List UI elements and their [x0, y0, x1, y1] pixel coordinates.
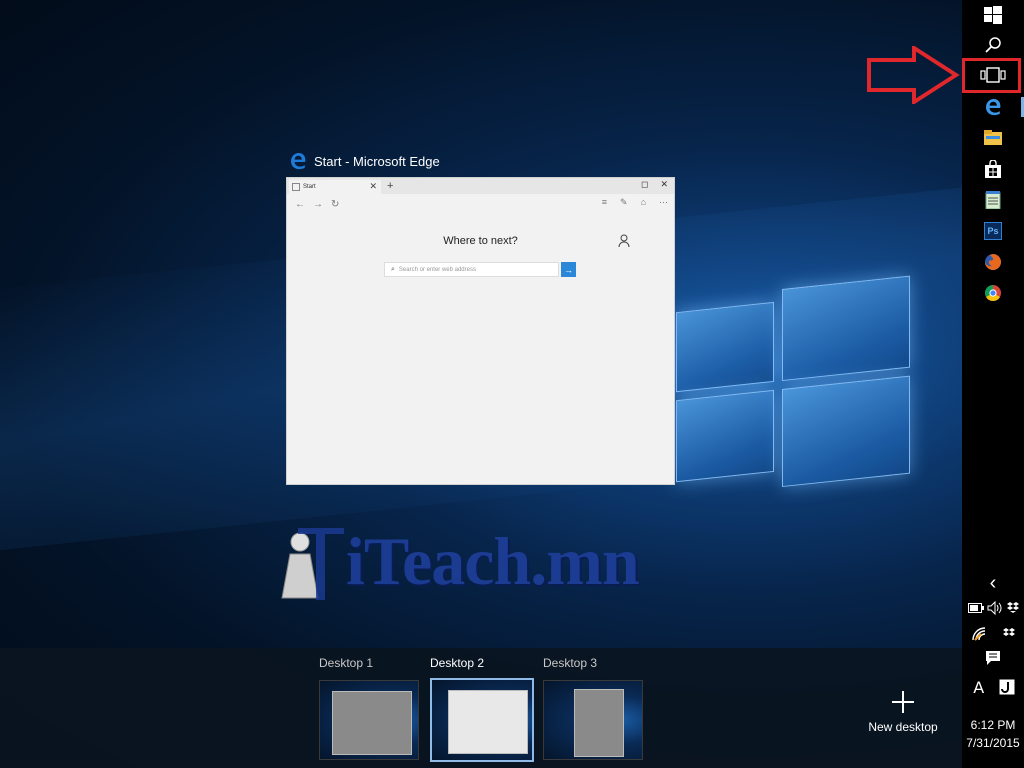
task-view-highlight-box	[962, 58, 1021, 93]
show-hidden-icons-chevron[interactable]: ‹	[962, 568, 1024, 598]
new-desktop-label: New desktop	[868, 720, 938, 734]
logo-pane	[782, 375, 910, 488]
edge-window-preview[interactable]: Start ✕ + ◻ ✕ ← → ↻ ≡ ✎ ⌂ ⋯ Where to nex…	[286, 177, 675, 485]
action-center-icon[interactable]	[962, 643, 1024, 673]
virtual-desktops-bar: Desktop 1 Desktop 2 Desktop 3 New deskto…	[0, 648, 962, 768]
wallpaper-windows-logo	[672, 249, 912, 524]
watermark-text: iTeach.mn	[346, 523, 640, 599]
search-placeholder: Search or enter web address	[398, 266, 476, 273]
desktop-thumbnail[interactable]	[430, 678, 534, 762]
navigation-bar: ← → ↻ ≡ ✎ ⌂ ⋯	[287, 194, 674, 214]
logo-pane	[676, 301, 774, 393]
desktop-background: Start - Microsoft Edge Start ✕ + ◻ ✕ ← →…	[0, 0, 962, 768]
window-controls: ◻ ✕	[641, 179, 668, 190]
go-button[interactable]: →	[561, 262, 576, 277]
tray-row-2	[966, 624, 1022, 644]
person-icon[interactable]	[618, 234, 632, 248]
photoshop-badge: Ps	[984, 222, 1002, 240]
search-input[interactable]: ⌕ Search or enter web address	[384, 262, 559, 277]
thumbnail-window	[448, 690, 528, 754]
tab-label: Start	[303, 184, 316, 190]
desktop-label: Desktop 1	[319, 656, 374, 670]
volume-icon[interactable]	[987, 601, 1003, 615]
red-arrow-annotation	[867, 46, 960, 104]
thumbnail-window	[574, 689, 624, 757]
dropbox-icon[interactable]	[1006, 601, 1020, 615]
web-note-icon[interactable]: ✎	[620, 197, 628, 208]
search-icon: ⌕	[391, 265, 395, 273]
photoshop-icon[interactable]: Ps	[962, 216, 1024, 246]
tab-start[interactable]: Start ✕	[289, 180, 381, 194]
desktop-3[interactable]: Desktop 3	[543, 656, 643, 760]
store-icon[interactable]	[962, 154, 1024, 184]
close-icon[interactable]: ✕	[660, 179, 668, 190]
hub-icon[interactable]: ≡	[602, 197, 607, 208]
tab-bar: Start ✕ + ◻ ✕	[287, 178, 674, 194]
search-icon[interactable]	[962, 30, 1024, 60]
tray-row-3: A	[966, 676, 1022, 698]
thumbnail-window	[332, 691, 412, 755]
logo-pane	[782, 275, 910, 382]
windows-start-icon[interactable]	[962, 0, 1024, 30]
plus-icon	[891, 690, 915, 714]
desktop-2[interactable]: Desktop 2	[430, 656, 534, 762]
more-icon[interactable]: ⋯	[659, 197, 668, 208]
tray-row-1	[966, 598, 1022, 618]
browser-tools: ≡ ✎ ⌂ ⋯	[602, 197, 668, 208]
dropbox-alt-icon[interactable]	[1002, 627, 1016, 641]
new-desktop-button[interactable]: New desktop	[858, 690, 948, 734]
maximize-icon[interactable]: ◻	[641, 179, 648, 190]
edge-icon[interactable]	[962, 92, 1024, 122]
edge-icon	[291, 153, 306, 170]
desktop-thumbnail[interactable]	[543, 680, 643, 760]
file-explorer-icon[interactable]	[962, 123, 1024, 153]
system-clock[interactable]: 6:12 PM 7/31/2015	[962, 716, 1024, 752]
desktop-label: Desktop 2	[430, 656, 485, 670]
back-icon[interactable]: ←	[295, 199, 305, 210]
notepad-icon[interactable]	[962, 185, 1024, 215]
wifi-icon[interactable]	[972, 627, 990, 641]
chevron-left-icon: ‹	[989, 571, 997, 594]
refresh-icon[interactable]: ↻	[331, 199, 339, 210]
desktop-thumbnail[interactable]	[319, 680, 419, 760]
firefox-icon[interactable]	[962, 247, 1024, 277]
clock-date: 7/31/2015	[966, 736, 1020, 750]
window-preview-title[interactable]: Start - Microsoft Edge	[288, 150, 440, 172]
share-icon[interactable]: ⌂	[641, 197, 646, 208]
desktop-label: Desktop 3	[543, 656, 598, 670]
logo-pane	[676, 389, 774, 483]
desktop-1[interactable]: Desktop 1	[319, 656, 419, 760]
clock-time: 6:12 PM	[970, 718, 1016, 732]
forward-icon[interactable]: →	[313, 199, 323, 210]
window-preview-title-text: Start - Microsoft Edge	[314, 153, 440, 169]
chrome-icon[interactable]	[962, 278, 1024, 308]
battery-icon[interactable]	[967, 603, 984, 613]
new-tab-icon[interactable]: +	[387, 180, 393, 192]
start-heading: Where to next?	[443, 235, 518, 247]
tab-close-icon[interactable]: ✕	[369, 181, 377, 192]
ime-mode-icon[interactable]	[999, 679, 1015, 695]
input-method-icon[interactable]: A	[973, 678, 984, 697]
page-icon	[292, 183, 300, 191]
